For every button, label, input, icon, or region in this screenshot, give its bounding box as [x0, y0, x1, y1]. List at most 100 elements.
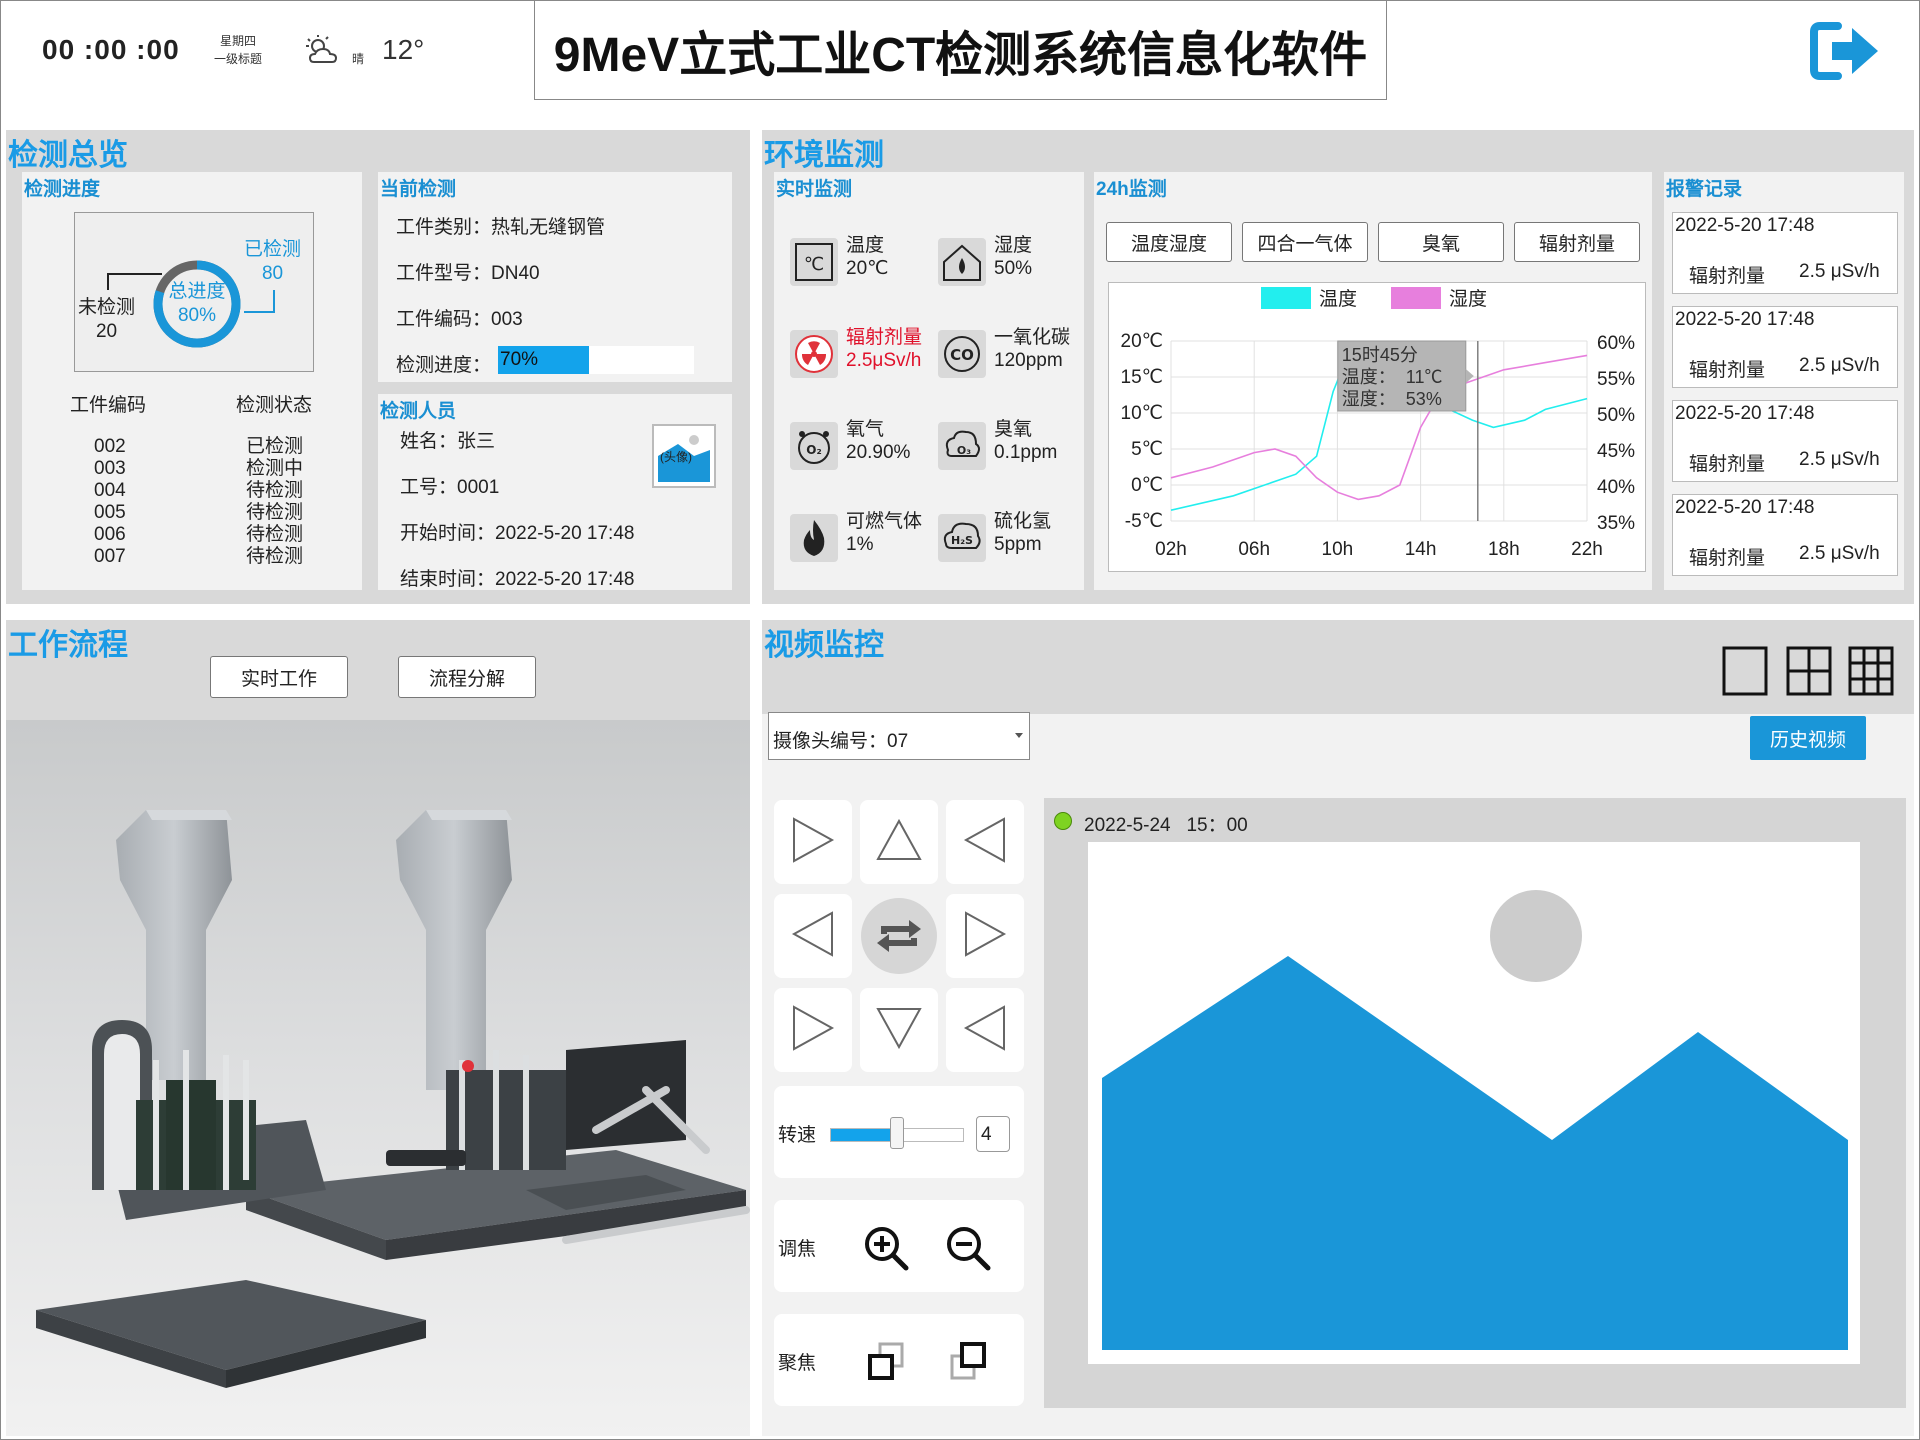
nine-view-icon[interactable]	[1848, 646, 1894, 696]
pan-up-right-button[interactable]	[946, 800, 1024, 884]
y-left-tick: -5℃	[1125, 511, 1163, 532]
h2s-icon: H₂S	[938, 514, 986, 562]
x-tick: 18h	[1488, 539, 1520, 560]
camera-select[interactable]: 摄像头编号：07	[768, 712, 1030, 760]
current-code: 工件编码：003	[396, 304, 523, 331]
env-reading-value: 20.90%	[846, 442, 911, 463]
env-reading: CO 一氧化碳 120ppm	[938, 326, 1082, 382]
realtime-work-button[interactable]: 实时工作	[210, 656, 348, 698]
staff-name-value: 张三	[457, 431, 496, 452]
y-right-tick: 50%	[1597, 405, 1635, 426]
pan-up-left-button[interactable]	[774, 800, 852, 884]
staff-end-time: 结束时间：2022-5-20 17:48	[400, 564, 634, 591]
env-reading: 湿度 50%	[938, 234, 1082, 290]
alarm-value: 2.5 μSv/h	[1799, 543, 1880, 564]
alarm-value: 2.5 μSv/h	[1799, 261, 1880, 282]
weather-text: 晴	[352, 52, 365, 66]
env-reading-value: 2.5μSv/h	[846, 350, 922, 371]
workpiece-row: 007 待检测	[70, 546, 330, 568]
alarm-record[interactable]: 2022-5-20 17:48 辐射剂量 2.5 μSv/h	[1672, 212, 1898, 294]
co-icon: CO	[938, 330, 986, 378]
focus-near-icon[interactable]	[866, 1340, 908, 1382]
alarm-record[interactable]: 2022-5-20 17:48 辐射剂量 2.5 μSv/h	[1672, 400, 1898, 482]
uninspected-value: 20	[95, 321, 118, 342]
tooltip-text: 15时45分	[1342, 345, 1418, 365]
svg-text:H₂S: H₂S	[951, 534, 973, 547]
env-reading-name: 可燃气体	[846, 511, 923, 532]
single-view-icon[interactable]	[1722, 646, 1768, 696]
current-progress-value: 70%	[500, 349, 539, 370]
alarm-panel-title: 报警记录	[1666, 179, 1743, 200]
y-right-tick: 60%	[1597, 333, 1635, 354]
env-reading: ℃ 温度 20℃	[790, 234, 934, 290]
env-reading-text: 辐射剂量 2.5μSv/h	[846, 326, 922, 372]
env-reading-text: 臭氧 0.1ppm	[994, 418, 1057, 464]
env-reading: 辐射剂量 2.5μSv/h	[790, 326, 934, 382]
alarm-time: 2022-5-20 17:48	[1675, 403, 1815, 424]
pan-down-left-button[interactable]	[774, 988, 852, 1072]
pan-down-right-button[interactable]	[946, 988, 1024, 1072]
staff-id: 工号：0001	[400, 472, 499, 499]
h24-chart: 20℃ 60% 15℃ 55% 10℃ 50% 5℃ 45% 0℃ 40% -5℃ 35% 02h 06h…	[1108, 282, 1646, 572]
h24-tab[interactable]: 辐射剂量	[1514, 222, 1640, 262]
current-model-value: DN40	[491, 263, 540, 284]
pan-left-button[interactable]	[774, 894, 852, 978]
ct-machine-render	[6, 720, 750, 1436]
staff-name: 姓名：张三	[400, 426, 495, 453]
current-panel-title: 当前检测	[380, 179, 457, 200]
svg-text:O₂: O₂	[806, 443, 821, 457]
speed-slider-thumb[interactable]	[890, 1117, 904, 1149]
workpiece-status: 待检测	[246, 502, 304, 523]
clock: 00 :00 :00	[42, 34, 180, 65]
legend-label: 温度	[1319, 288, 1357, 310]
zoom-out-icon[interactable]	[944, 1224, 992, 1272]
flame-icon	[790, 514, 838, 562]
humidity-icon	[938, 238, 986, 286]
env-reading-name: 硫化氢	[994, 511, 1052, 532]
focus-far-icon[interactable]	[948, 1340, 990, 1382]
alarm-type: 辐射剂量	[1689, 360, 1766, 381]
env-title: 环境监测	[764, 139, 884, 172]
env-reading-text: 氧气 20.90%	[846, 418, 910, 464]
triangle-arrow-icon	[790, 815, 836, 870]
alarm-type: 辐射剂量	[1689, 548, 1766, 569]
tilt-down-button[interactable]	[860, 988, 938, 1072]
x-tick: 14h	[1405, 539, 1437, 560]
y-right-tick: 45%	[1597, 441, 1635, 462]
alarm-record[interactable]: 2022-5-20 17:48 辐射剂量 2.5 μSv/h	[1672, 494, 1898, 576]
x-tick: 10h	[1322, 539, 1354, 560]
h24-tab[interactable]: 温度湿度	[1106, 222, 1232, 262]
alarm-value: 2.5 μSv/h	[1799, 355, 1880, 376]
history-video-button[interactable]: 历史视频	[1750, 716, 1866, 760]
pan-right-button[interactable]	[946, 894, 1024, 978]
legend-swatch	[1391, 287, 1441, 309]
video-title: 视频监控	[764, 629, 884, 662]
env-reading-value: 20℃	[846, 258, 889, 279]
zoom-in-icon[interactable]	[862, 1224, 910, 1272]
env-reading-text: 可燃气体 1%	[846, 510, 922, 556]
svg-text:CO: CO	[950, 346, 974, 364]
tilt-up-button[interactable]	[860, 800, 938, 884]
speed-slider-fill	[831, 1129, 898, 1141]
quad-view-icon[interactable]	[1786, 646, 1832, 696]
logout-icon[interactable]	[1808, 18, 1884, 84]
y-left-tick: 10℃	[1121, 403, 1163, 424]
alarm-type: 辐射剂量	[1689, 454, 1766, 475]
process-breakdown-button[interactable]: 流程分解	[398, 656, 536, 698]
alarm-time: 2022-5-20 17:48	[1675, 309, 1815, 330]
workpiece-row: 003 检测中	[70, 458, 330, 480]
alarm-list: 2022-5-20 17:48 辐射剂量 2.5 μSv/h 2022-5-20 17…	[1672, 212, 1898, 582]
env-reading-name: 温度	[846, 235, 885, 256]
h24-tab[interactable]: 臭氧	[1378, 222, 1504, 262]
current-type: 工件类别：热轧无缝钢管	[396, 212, 605, 239]
alarm-record[interactable]: 2022-5-20 17:48 辐射剂量 2.5 μSv/h	[1672, 306, 1898, 388]
overview-title: 检测总览	[8, 139, 128, 172]
camera-value: 07	[887, 731, 909, 752]
h24-tab[interactable]: 四合一气体	[1242, 222, 1368, 262]
focus-label: 聚焦	[778, 1353, 817, 1374]
speed-value-input[interactable]: 4	[976, 1116, 1010, 1152]
staff-end-value: 2022-5-20 17:48	[495, 569, 635, 590]
focus-control: 聚焦	[774, 1314, 1024, 1406]
ptz-control-grid	[774, 800, 1024, 1076]
reset-rotate-button[interactable]	[860, 894, 938, 978]
